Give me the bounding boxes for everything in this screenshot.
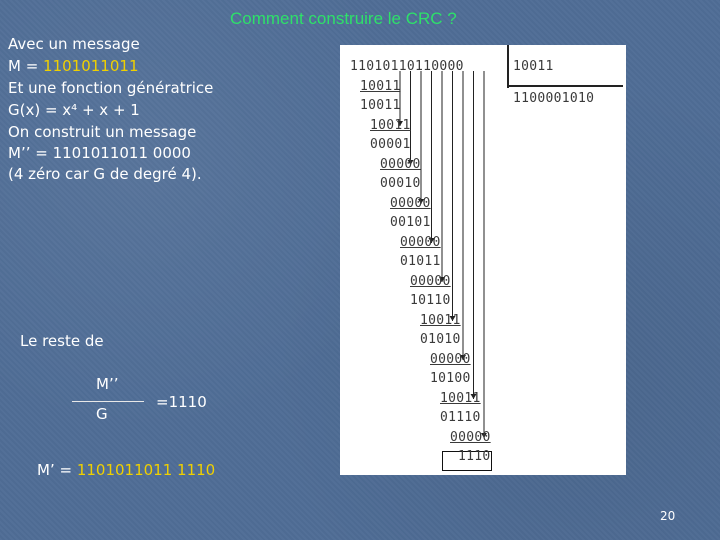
division-horizontal-bar (507, 85, 623, 87)
text-line-generator: G(x) = x⁴ + x + 1 (8, 101, 140, 119)
remainder-label: Le reste de (20, 332, 104, 350)
division-row: 01011 (400, 254, 441, 269)
mprime-message: 1101011011 (76, 461, 173, 479)
division-row: 10110 (410, 293, 451, 308)
fraction-bar (72, 401, 144, 402)
division-row: 01010 (420, 332, 461, 347)
mprime-line: M’ = 1101011011 1110 (37, 461, 215, 479)
division-row: 00000 (390, 195, 431, 211)
text-line-message: Avec un message (8, 35, 140, 53)
division-row: 00000 (430, 351, 471, 367)
division-row: 1110 (458, 449, 491, 464)
division-panel: 10011 1100001010 11010110110000 10011 1001… (340, 45, 626, 475)
division-row: 00000 (410, 273, 451, 289)
division-row: 10011 (360, 98, 401, 113)
quotient-value: 1100001010 (513, 91, 595, 106)
page-number: 20 (660, 509, 676, 523)
division-row: 10011 (440, 390, 481, 406)
division-row: 00000 (450, 429, 491, 445)
text-line-construct: On construit un message (8, 123, 197, 141)
text-line-m: M = 1101011011 (8, 56, 138, 76)
division-row: 00000 (400, 234, 441, 250)
text-line-generator-intro: Et une fonction génératrice (8, 79, 214, 97)
fraction-result: =1110 (156, 393, 207, 411)
division-row: 10011 (370, 117, 411, 133)
fraction-denominator: G (96, 405, 108, 423)
division-row: 00010 (380, 176, 421, 191)
mprime-prefix: M’ = (37, 461, 77, 479)
mprime-crc: 1110 (177, 461, 216, 479)
division-row: 01110 (440, 410, 481, 425)
divisor-value: 10011 (513, 59, 554, 74)
m-prefix: M = (8, 57, 44, 75)
division-vertical-bar (507, 45, 509, 88)
division-row: 10011 (360, 78, 401, 94)
fraction-numerator: M’’ (96, 375, 119, 393)
division-row: 00101 (390, 215, 431, 230)
division-row: 00000 (380, 156, 421, 172)
division-row: 11010110110000 (350, 59, 464, 74)
division-row: 10011 (420, 312, 461, 328)
text-line-mdouble: M’’ = 1101011011 0000 (8, 144, 191, 162)
division-row: 00001 (370, 137, 411, 152)
m-value: 1101011011 (43, 57, 139, 75)
division-row: 10100 (430, 371, 471, 386)
text-line-degree-note: (4 zéro car G de degré 4). (8, 165, 202, 183)
slide-title: Comment construire le CRC ? (230, 9, 457, 28)
